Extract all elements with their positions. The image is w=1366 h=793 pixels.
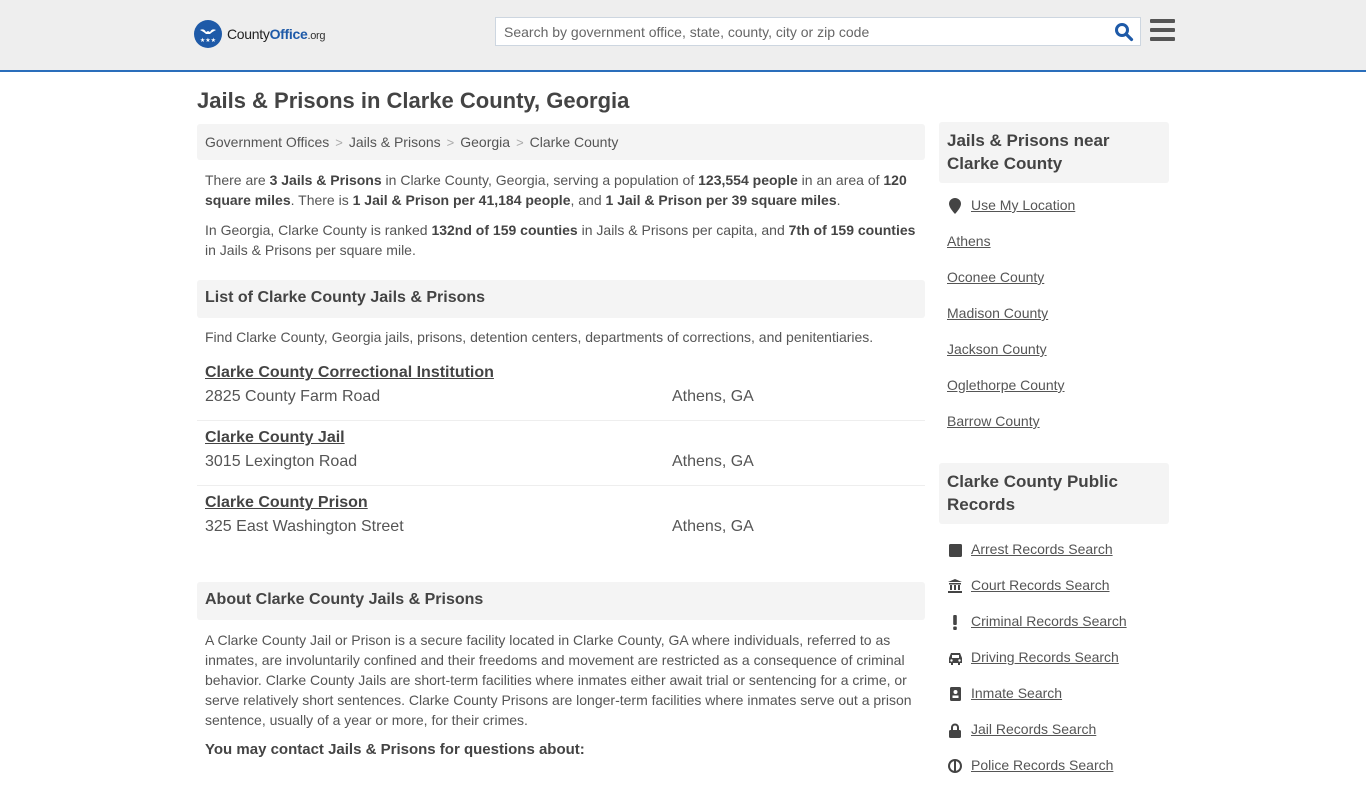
car-icon (947, 650, 963, 666)
map-marker-icon (947, 198, 963, 214)
about-paragraph: A Clarke County Jail or Prison is a secu… (205, 632, 912, 728)
svg-text:★★★: ★★★ (200, 37, 216, 44)
sidebar: Jails & Prisons near Clarke County Use M… (939, 122, 1169, 793)
records-item: Police Records Search (947, 757, 1161, 793)
list-item: Clarke County Jail 3015 Lexington Road A… (197, 421, 925, 486)
nearby-item: Oconee County (947, 269, 1161, 305)
facility-city: Athens, GA (672, 518, 754, 535)
jail-records-link[interactable]: Jail Records Search (971, 721, 1096, 737)
nearby-link-oglethorpe[interactable]: Oglethorpe County (947, 377, 1065, 393)
main-content: Government Offices > Jails & Prisons > Georg… (197, 124, 925, 760)
facility-city: Athens, GA (672, 453, 754, 470)
breadcrumb-separator: > (335, 135, 343, 150)
breadcrumb-item[interactable]: Government Offices (205, 134, 329, 150)
logo-wordmark: CountyOffice.org (227, 26, 326, 42)
ranking-paragraph: In Georgia, Clarke County is ranked 132n… (205, 222, 916, 258)
menu-bar (1150, 28, 1175, 32)
facility-name-link[interactable]: Clarke County Correctional Institution (205, 364, 494, 382)
search-input[interactable] (496, 18, 1096, 45)
records-item: Criminal Records Search (947, 613, 1161, 649)
eagle-logo-icon: ★★★ (194, 20, 222, 48)
public-records-heading: Clarke County Public Records (939, 463, 1169, 524)
facility-address: 325 East Washington Street (205, 518, 404, 535)
nearby-link-barrow[interactable]: Barrow County (947, 413, 1040, 429)
nearby-list: Use My Location Athens Oconee County Mad… (939, 183, 1169, 449)
records-item: Court Records Search (947, 577, 1161, 613)
nearby-link-athens[interactable]: Athens (947, 233, 991, 249)
records-item: Driving Records Search (947, 649, 1161, 685)
about-section-heading: About Clarke County Jails & Prisons (197, 582, 925, 620)
breadcrumb-item[interactable]: Jails & Prisons (349, 134, 441, 150)
records-item: Arrest Records Search (947, 541, 1161, 577)
list-item: Clarke County Correctional Institution 2… (197, 356, 925, 421)
breadcrumb: Government Offices > Jails & Prisons > Georg… (197, 124, 925, 160)
arrest-record-icon (947, 542, 963, 558)
search-box (495, 17, 1141, 46)
nearby-link-jackson[interactable]: Jackson County (947, 341, 1047, 357)
nearby-link-madison[interactable]: Madison County (947, 305, 1048, 321)
facility-address: 2825 County Farm Road (205, 388, 381, 405)
police-records-link[interactable]: Police Records Search (971, 757, 1113, 773)
nearby-item: Madison County (947, 305, 1161, 341)
breadcrumb-item-current[interactable]: Clarke County (530, 134, 619, 150)
facility-name-link[interactable]: Clarke County Prison (205, 494, 368, 512)
intro-paragraph: There are 3 Jails & Prisons in Clarke Co… (205, 172, 907, 208)
arrest-records-link[interactable]: Arrest Records Search (971, 541, 1113, 557)
breadcrumb-item[interactable]: Georgia (460, 134, 510, 150)
records-item: Inmate Search (947, 685, 1161, 721)
exclamation-icon (947, 614, 963, 630)
facility-city: Athens, GA (672, 388, 754, 405)
nearby-item: Oglethorpe County (947, 377, 1161, 413)
lock-icon (947, 722, 963, 738)
court-records-link[interactable]: Court Records Search (971, 577, 1110, 593)
nearby-item: Athens (947, 233, 1161, 269)
list-item: Clarke County Prison 325 East Washington… (197, 486, 925, 551)
courthouse-icon (947, 578, 963, 594)
nearby-item: Jackson County (947, 341, 1161, 377)
public-records-list: Arrest Records Search Court Records Sear… (939, 524, 1169, 793)
hamburger-menu-button[interactable] (1150, 19, 1175, 41)
use-my-location-item: Use My Location (947, 197, 1161, 233)
nearby-heading: Jails & Prisons near Clarke County (939, 122, 1169, 183)
police-badge-icon (947, 758, 963, 774)
site-header: ★★★ CountyOffice.org (0, 0, 1366, 72)
contact-heading: You may contact Jails & Prisons for ques… (205, 741, 585, 758)
site-logo[interactable]: ★★★ CountyOffice.org (194, 20, 326, 48)
facility-name-link[interactable]: Clarke County Jail (205, 429, 345, 447)
search-button[interactable] (1114, 22, 1134, 42)
menu-bar (1150, 37, 1175, 41)
driving-records-link[interactable]: Driving Records Search (971, 649, 1119, 665)
nearby-item: Barrow County (947, 413, 1161, 449)
breadcrumb-separator: > (446, 135, 455, 150)
criminal-records-link[interactable]: Criminal Records Search (971, 613, 1127, 629)
list-section-heading: List of Clarke County Jails & Prisons (197, 280, 925, 318)
page-title: Jails & Prisons in Clarke County, Georgi… (197, 88, 630, 113)
inmate-search-link[interactable]: Inmate Search (971, 685, 1062, 701)
facility-address: 3015 Lexington Road (205, 453, 358, 470)
records-item: Jail Records Search (947, 721, 1161, 757)
list-description: Find Clarke County, Georgia jails, priso… (205, 329, 874, 345)
use-my-location-link[interactable]: Use My Location (971, 197, 1075, 213)
breadcrumb-separator: > (516, 135, 524, 150)
hamburger-menu-icon (1150, 19, 1175, 23)
search-icon (1115, 23, 1134, 42)
id-badge-icon (947, 686, 963, 702)
facility-list: Clarke County Correctional Institution 2… (197, 356, 925, 551)
nearby-link-oconee[interactable]: Oconee County (947, 269, 1044, 285)
